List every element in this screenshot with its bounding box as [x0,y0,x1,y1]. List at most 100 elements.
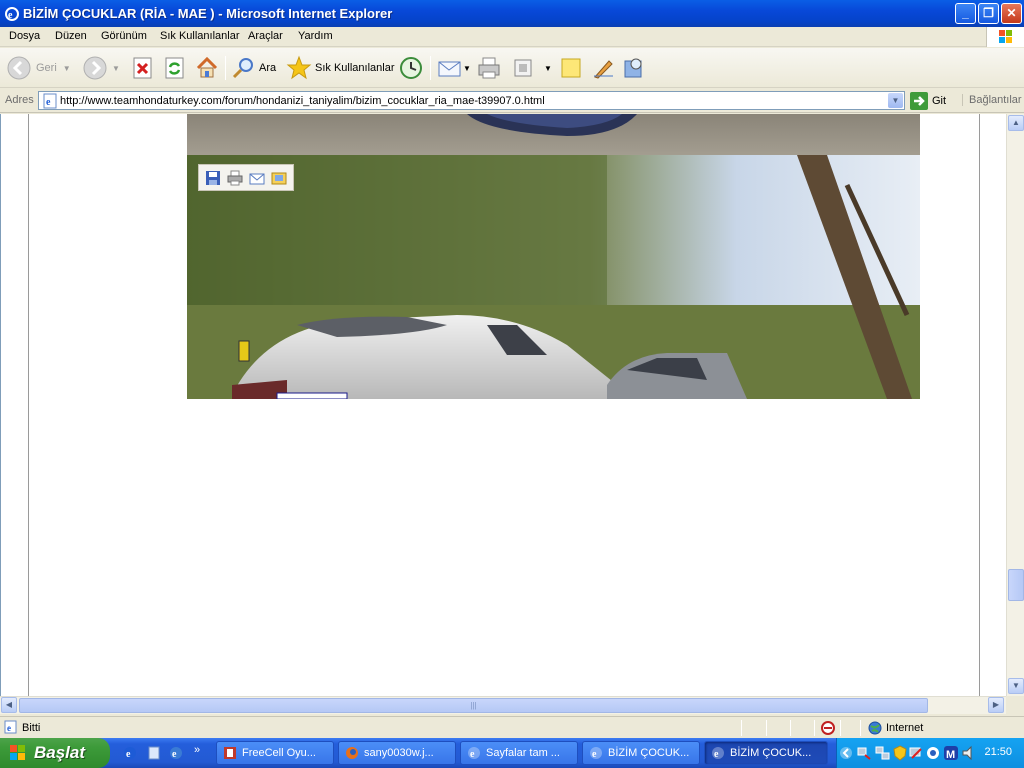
connection-icon[interactable] [875,745,891,761]
refresh-button[interactable] [164,54,186,82]
system-tray: M 21:50 [836,738,1024,768]
tray-expand-icon[interactable] [839,745,853,761]
taskbar: Başlat e e » FreeCell Oyu... sany0030w.j… [0,738,1024,768]
print-icon[interactable] [227,170,243,186]
volume-icon[interactable] [961,745,977,761]
antivirus-icon[interactable] [925,745,941,761]
address-bar: Adres e http://www.teamhondaturkey.com/f… [0,89,1024,113]
horizontal-scroll-thumb[interactable]: ||| [19,698,928,713]
security-zone: Internet [868,721,923,735]
task-ie-bizim-1[interactable]: e BİZİM ÇOCUK... [582,741,700,765]
go-button[interactable]: Git [910,92,946,110]
address-url: http://www.teamhondaturkey.com/forum/hon… [60,95,545,107]
ie-task-icon: e [468,747,480,760]
page-done-icon: e [4,720,17,734]
search-button[interactable]: Ara [231,54,276,82]
popup-blocked-icon[interactable] [820,720,836,736]
scroll-left-button[interactable]: ◀ [1,697,17,713]
security-shield-icon[interactable] [893,745,907,761]
svg-text:e: e [8,10,13,21]
forward-arrow-icon [83,56,107,80]
title-bar: e BİZİM ÇOCUKLAR (RİA - MAE ) - Microsof… [0,0,1024,27]
research-icon [624,58,642,78]
task-ie-bizim-2[interactable]: e BİZİM ÇOCUK... [704,741,828,765]
task-ie-pages[interactable]: e Sayfalar tam ... [460,741,578,765]
quicklaunch-more-icon[interactable]: » [194,744,200,756]
mail-button[interactable]: ▼ [437,54,471,82]
vertical-scroll-thumb[interactable] [1008,569,1024,601]
page-icon: e [43,93,57,109]
forward-button[interactable]: ▼ [82,54,120,82]
vertical-scrollbar[interactable]: ▲ ▼ [1006,114,1024,696]
menu-bar: Dosya Düzen Görünüm Sık Kullanılanlar Ar… [0,27,1024,47]
image-toolbar [198,164,294,191]
firefox-icon [346,747,358,759]
restore-button[interactable]: ❐ [978,3,999,24]
menu-view[interactable]: Görünüm [101,30,147,42]
task-label: BİZİM ÇOCUK... [608,747,690,759]
home-icon [196,56,218,78]
star-icon [286,55,312,80]
zone-label: Internet [886,722,924,734]
start-button[interactable]: Başlat [0,738,110,768]
quicklaunch-ie-icon[interactable]: e [122,745,138,761]
quicklaunch-browser-icon[interactable]: e [168,745,184,761]
window-title: BİZİM ÇOCUKLAR (RİA - MAE ) - Microsoft … [23,6,393,21]
history-icon [400,57,422,79]
menu-help[interactable]: Yardım [298,30,333,42]
edit-page-icon [514,59,532,77]
freecell-icon [224,747,236,759]
close-button[interactable]: ✕ [1001,3,1022,24]
search-icon [232,58,253,79]
standard-toolbar: Geri ▼ ▼ Ara Sık Kullanılanlar ▼ ▼ [0,48,1024,88]
status-text: Bitti [22,722,41,734]
svg-text:e: e [7,723,11,733]
clock[interactable]: 21:50 [984,746,1012,758]
scroll-up-button[interactable]: ▲ [1008,115,1024,131]
favorites-label: Sık Kullanılanlar [315,62,395,74]
research-button[interactable] [621,54,647,82]
ie-icon: e [5,7,19,21]
msn-icon[interactable]: M [943,745,959,761]
links-button[interactable]: Bağlantılar [962,94,1022,106]
address-dropdown[interactable]: ▼ [888,93,903,108]
back-button[interactable]: Geri ▼ [6,54,71,82]
save-icon[interactable] [205,170,221,186]
scroll-down-button[interactable]: ▼ [1008,678,1024,694]
menu-tools[interactable]: Araçlar [248,30,283,42]
address-input[interactable]: e http://www.teamhondaturkey.com/forum/h… [38,91,905,110]
menu-file[interactable]: Dosya [9,30,40,42]
task-freecell[interactable]: FreeCell Oyu... [216,741,334,765]
go-label: Git [932,95,947,107]
stop-icon [133,57,152,79]
svg-text:e: e [172,749,177,760]
home-button[interactable] [195,54,219,82]
network-icon[interactable] [857,745,871,761]
history-button[interactable] [398,54,424,82]
refresh-icon [165,57,184,79]
ie-task-icon: e [712,747,724,760]
horizontal-scrollbar[interactable]: ◀ ||| ▶ [0,696,1006,714]
my-pictures-icon[interactable] [271,170,287,186]
mail-icon [438,61,461,77]
messenger-button[interactable] [591,54,615,82]
quicklaunch-messenger-icon[interactable] [146,745,162,761]
discuss-button[interactable] [559,54,583,82]
task-label: Sayfalar tam ... [486,747,560,759]
print-button[interactable] [476,54,502,82]
edit-button[interactable]: ▼ [512,54,552,82]
menu-edit[interactable]: Düzen [55,30,87,42]
stop-button[interactable] [132,54,154,82]
scroll-right-button[interactable]: ▶ [988,697,1004,713]
back-label: Geri [36,62,57,74]
email-icon[interactable] [249,170,265,186]
network-disconnected-icon[interactable] [909,745,923,761]
menu-favorites[interactable]: Sık Kullanılanlar [160,30,240,42]
windows-logo [986,27,1024,47]
car-photo-forest [187,155,920,399]
minimize-button[interactable]: _ [955,3,976,24]
task-firefox[interactable]: sany0030w.j... [338,741,456,765]
svg-text:e: e [592,749,597,760]
favorites-button[interactable]: Sık Kullanılanlar [286,54,395,82]
pen-icon [594,60,613,79]
